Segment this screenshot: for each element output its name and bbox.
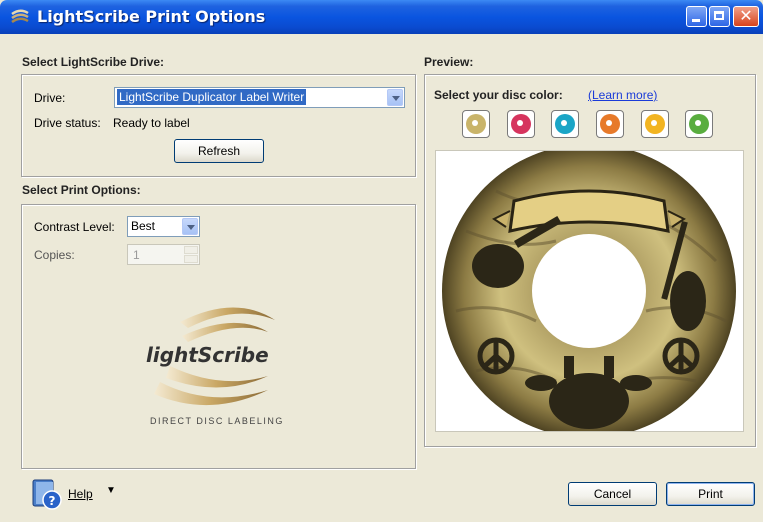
lightscribe-app-icon xyxy=(11,9,29,24)
close-button[interactable]: ✕ xyxy=(733,6,759,27)
disc-color-gold[interactable] xyxy=(462,110,490,138)
copies-label: Copies: xyxy=(34,248,75,262)
contrast-level-select[interactable]: Best xyxy=(127,216,200,237)
refresh-button[interactable]: Refresh xyxy=(174,139,264,163)
contrast-level-value: Best xyxy=(131,219,156,233)
lightscribe-logo-tagline: DIRECT DISC LABELING xyxy=(150,416,284,426)
chevron-down-icon[interactable] xyxy=(182,218,198,235)
disc-icon xyxy=(511,114,531,134)
preview-section-title: Preview: xyxy=(424,55,474,69)
window-title: LightScribe Print Options xyxy=(37,7,266,26)
spin-up-icon xyxy=(184,246,198,254)
lightscribe-logo: lightScribe DIRECT DISC LABELING xyxy=(146,307,284,426)
disc-color-yellow[interactable] xyxy=(641,110,669,138)
svg-text:?: ? xyxy=(49,494,56,508)
drive-section-title: Select LightScribe Drive: xyxy=(22,55,165,69)
drive-status-label: Drive status: xyxy=(34,116,101,130)
drive-status-value: Ready to label xyxy=(113,116,190,130)
disc-color-cyan[interactable] xyxy=(551,110,579,138)
print-button[interactable]: Print xyxy=(666,482,755,506)
minimize-button[interactable] xyxy=(686,6,707,27)
lightscribe-print-options-window: LightScribe Print Options ✕ Select Light… xyxy=(0,0,763,522)
drive-select[interactable]: LightScribe Duplicator Label Writer xyxy=(114,87,405,108)
disc-preview-image xyxy=(442,144,736,438)
disc-color-green[interactable] xyxy=(685,110,713,138)
disc-preview-area xyxy=(435,144,744,438)
disc-icon xyxy=(689,114,709,134)
lightscribe-logo-text: lightScribe xyxy=(146,343,269,367)
copies-stepper: 1 xyxy=(127,244,200,265)
title-bar[interactable]: LightScribe Print Options ✕ xyxy=(0,0,763,34)
spin-down-icon xyxy=(184,255,198,263)
learn-more-link[interactable]: (Learn more) xyxy=(588,88,657,102)
help-menu-button[interactable]: Help xyxy=(68,487,93,501)
help-dropdown-arrow-icon[interactable]: ▼ xyxy=(106,485,116,496)
chevron-down-icon[interactable] xyxy=(387,89,403,106)
drive-label: Drive: xyxy=(34,91,66,105)
disc-color-orange[interactable] xyxy=(596,110,624,138)
print-options-section-title: Select Print Options: xyxy=(22,183,141,197)
close-icon: ✕ xyxy=(739,8,753,25)
disc-color-pink[interactable] xyxy=(507,110,535,138)
drive-select-value: LightScribe Duplicator Label Writer xyxy=(117,89,307,105)
disc-color-label: Select your disc color: xyxy=(434,88,563,102)
copies-value: 1 xyxy=(133,248,140,262)
cancel-button[interactable]: Cancel xyxy=(568,482,657,506)
disc-icon xyxy=(466,114,486,134)
maximize-button[interactable] xyxy=(709,6,730,27)
disc-icon xyxy=(555,114,575,134)
contrast-level-label: Contrast Level: xyxy=(34,220,115,234)
help-book-icon[interactable]: ? xyxy=(30,478,62,510)
disc-icon xyxy=(600,114,620,134)
disc-icon xyxy=(645,114,665,134)
